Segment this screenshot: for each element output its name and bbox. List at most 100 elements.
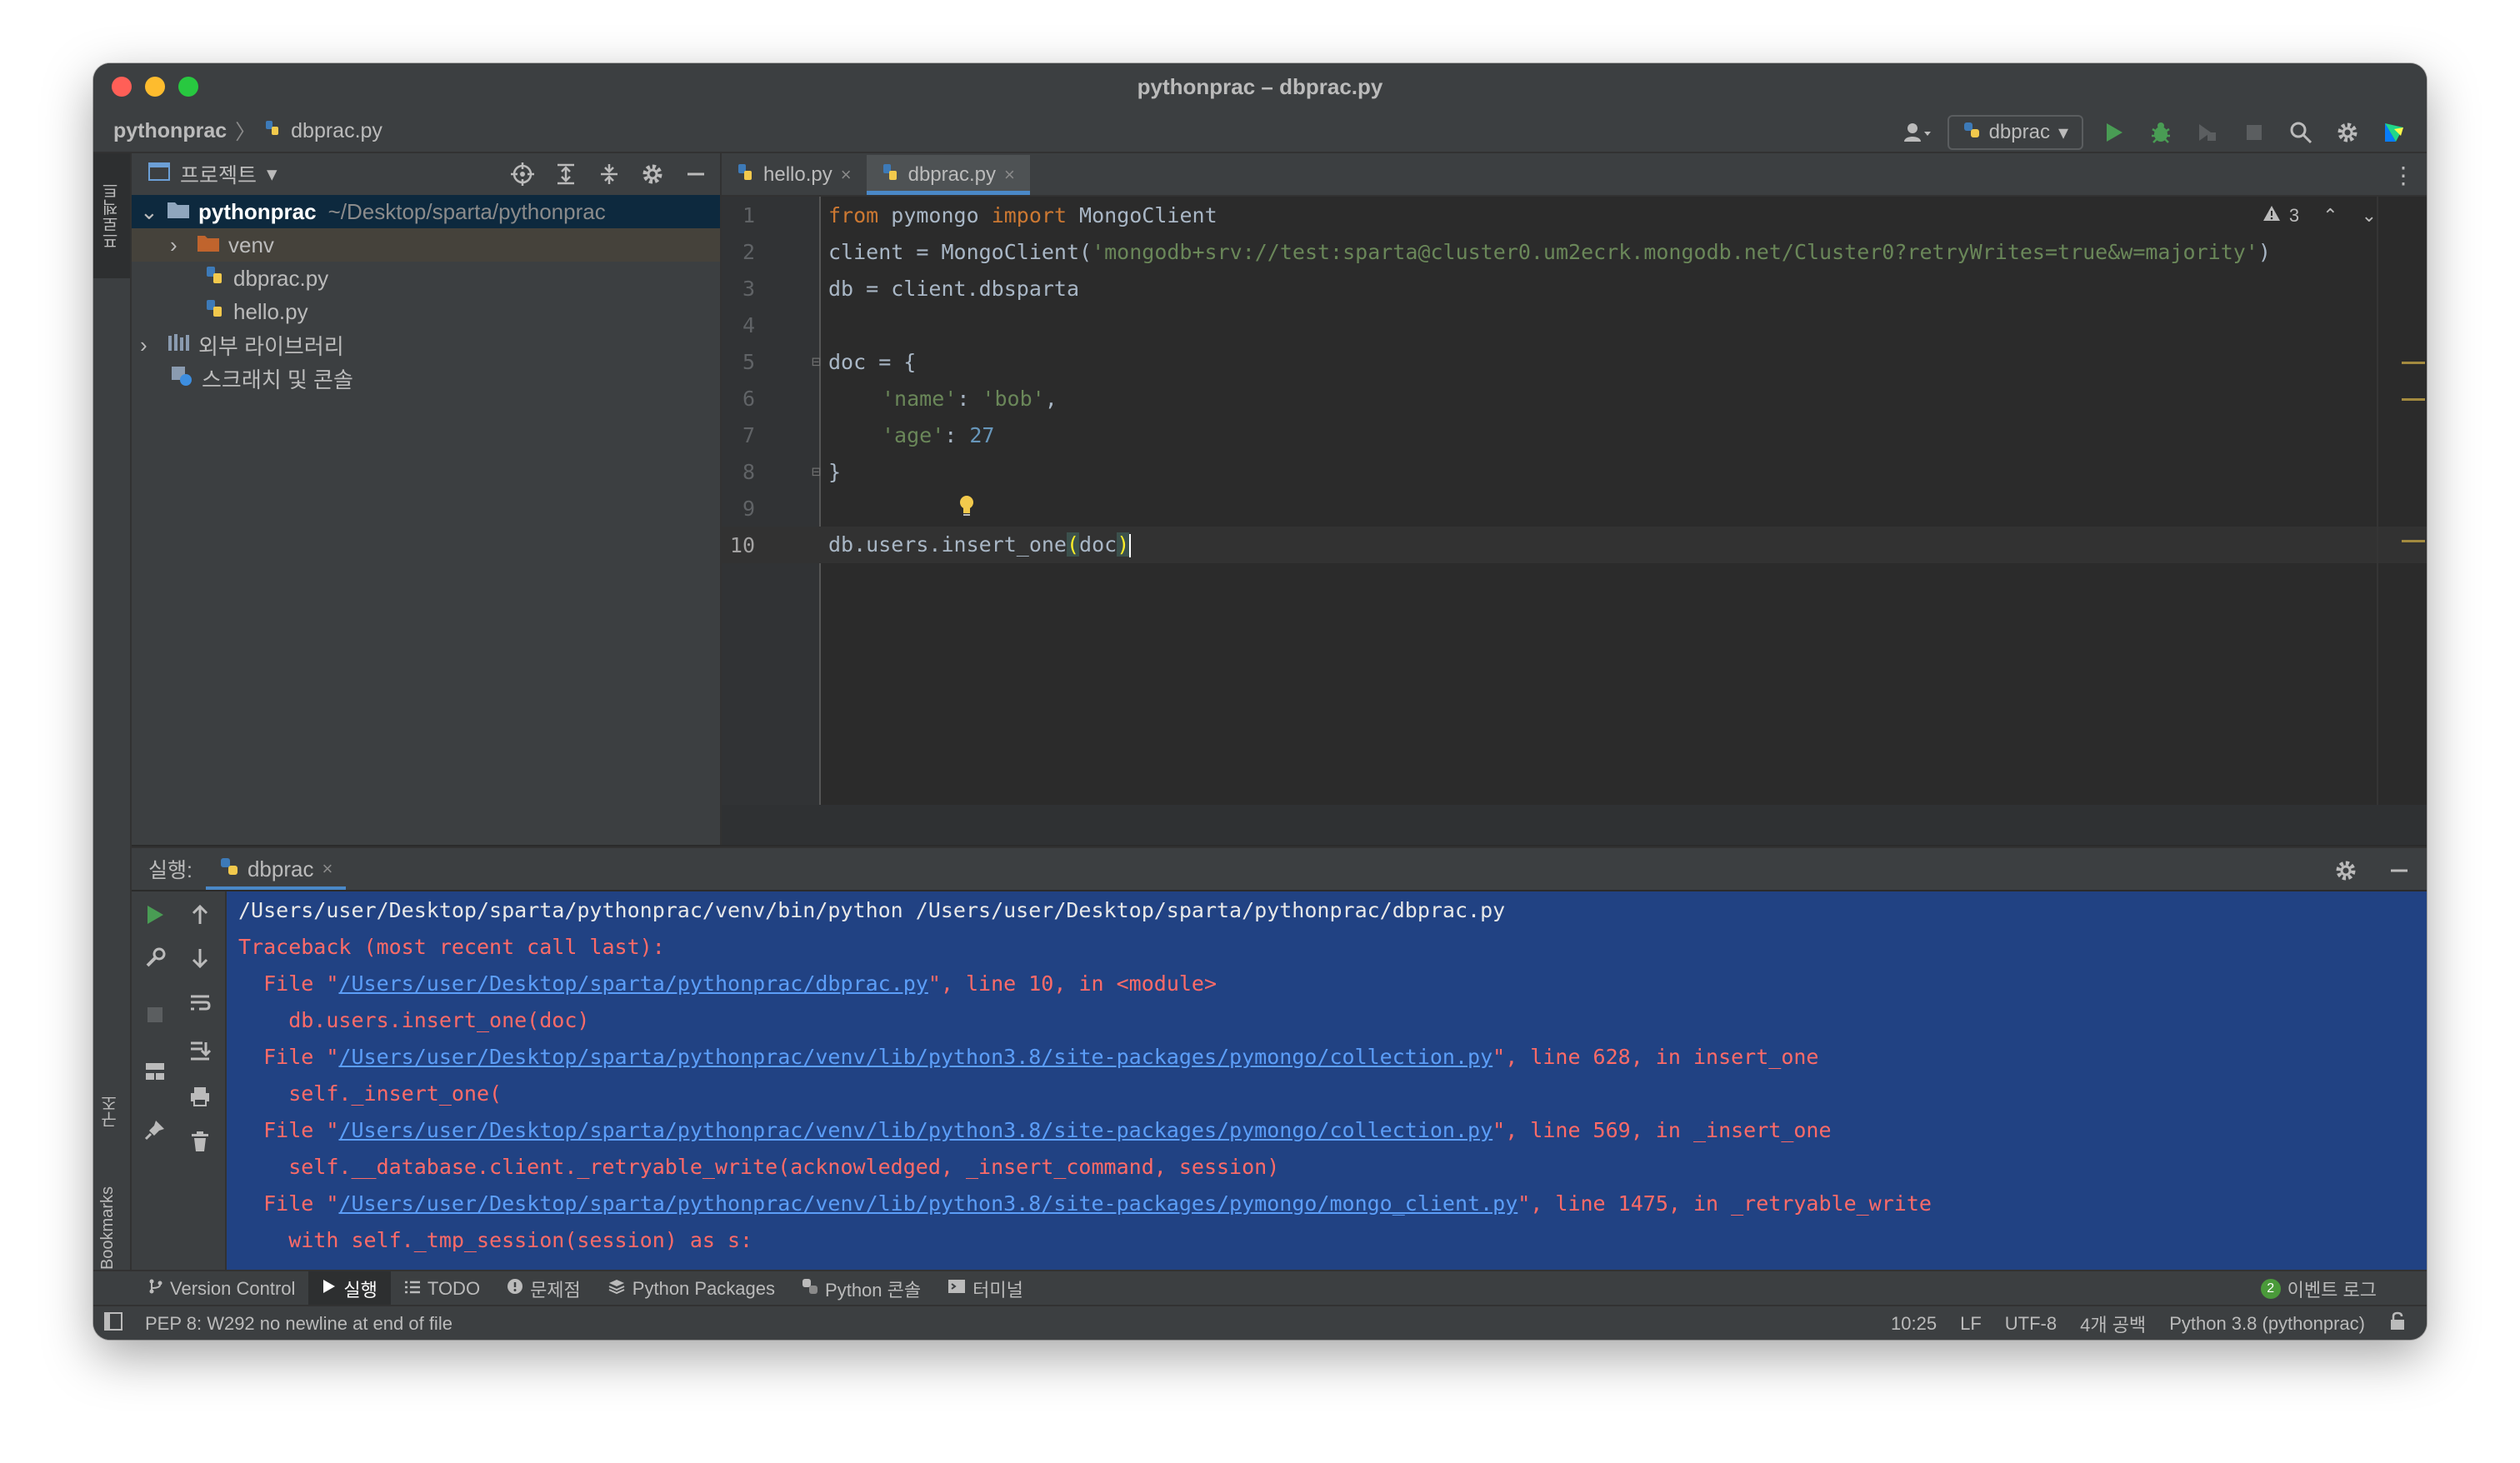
code-line[interactable]: 1 from pymongo import MongoClient (722, 197, 2427, 233)
tool-window-tab-problems[interactable]: 문제점 (493, 1271, 594, 1306)
soft-wrap-icon[interactable] (183, 986, 217, 1020)
pin-icon[interactable] (138, 1113, 172, 1146)
locate-icon[interactable] (507, 158, 538, 190)
code-line[interactable]: 6 'name': 'bob', (722, 380, 2427, 417)
tab-hello-py[interactable]: hello.py × (722, 155, 867, 195)
chevron-right-icon[interactable]: › (170, 232, 188, 258)
more-vertical-icon[interactable]: ⋮ (2392, 162, 2415, 189)
status-widgets: 10:25 LF UTF-8 4개 공백 Python 3.8 (pythonp… (1891, 1311, 2407, 1337)
gear-icon[interactable] (2332, 117, 2363, 148)
project-tool-button[interactable]: 프로젝트 (93, 153, 130, 278)
chevron-down-icon[interactable]: ▾ (267, 162, 278, 187)
code-line[interactable]: 8 ⊟ } (722, 453, 2427, 490)
fold-icon[interactable]: ⊟ (812, 463, 821, 481)
event-log-button[interactable]: 2 이벤트 로그 (2260, 1276, 2377, 1302)
console-file-link[interactable]: /Users/user/Desktop/sparta/pythonprac/ve… (338, 1118, 1492, 1142)
minimize-window-button[interactable] (145, 77, 165, 97)
line-separator[interactable]: LF (1960, 1313, 1982, 1335)
tree-item-venv[interactable]: › venv (132, 228, 720, 262)
tree-item-hello[interactable]: hello.py (132, 295, 720, 328)
stop-icon[interactable] (138, 998, 172, 1031)
tree-item-dbprac[interactable]: dbprac.py (132, 262, 720, 295)
close-icon[interactable]: × (322, 858, 332, 880)
arrow-down-icon[interactable] (183, 941, 217, 975)
breadcrumb-file[interactable]: dbprac.py (291, 119, 382, 143)
run-console-output[interactable]: /Users/user/Desktop/sparta/pythonprac/ve… (227, 891, 2427, 1283)
tool-window-tab-branch[interactable]: Version Control (135, 1271, 308, 1306)
code-line[interactable]: 2 client = MongoClient('mongodb+srv://te… (722, 233, 2427, 270)
minimize-panel-icon[interactable] (680, 158, 712, 190)
minimize-panel-icon[interactable] (2383, 855, 2415, 886)
tool-window-tabs: Version Control 실행 TODO 문제점 Python Packages P… (135, 1271, 1037, 1306)
zoom-window-button[interactable] (178, 77, 198, 97)
editor-horizontal-scroll[interactable] (722, 805, 2427, 845)
close-icon[interactable]: × (1004, 164, 1015, 186)
account-icon[interactable] (1901, 117, 1932, 148)
collapse-all-icon[interactable] (593, 158, 625, 190)
debug-icon[interactable] (2145, 117, 2177, 148)
error-stripe[interactable] (2377, 197, 2427, 805)
warning-marker[interactable] (2402, 540, 2425, 542)
console-file-link[interactable]: /Users/user/Desktop/sparta/pythonprac/db… (338, 971, 928, 996)
lock-icon[interactable] (2388, 1311, 2407, 1336)
file-encoding[interactable]: UTF-8 (2005, 1313, 2057, 1335)
gear-icon[interactable] (637, 158, 668, 190)
console-file-link[interactable]: /Users/user/Desktop/sparta/pythonprac/ve… (338, 1191, 1518, 1216)
tool-window-tab-list[interactable]: TODO (391, 1271, 493, 1306)
trash-icon[interactable] (183, 1125, 217, 1158)
jetbrains-logo-icon[interactable] (2378, 117, 2410, 148)
close-window-button[interactable] (112, 77, 132, 97)
tool-window-tab-python[interactable]: Python 콘솔 (788, 1271, 934, 1306)
status-message[interactable]: PEP 8: W292 no newline at end of file (145, 1313, 452, 1335)
code-line[interactable]: 9 (722, 490, 2427, 527)
warning-marker[interactable] (2402, 362, 2425, 364)
code-token: : (957, 386, 982, 411)
chevron-down-icon[interactable]: ⌄ (140, 199, 158, 225)
python-interpreter[interactable]: Python 3.8 (pythonprac) (2169, 1313, 2365, 1335)
close-icon[interactable]: × (841, 164, 852, 186)
tool-window-tab-terminal[interactable]: 터미널 (934, 1271, 1037, 1306)
code-line[interactable]: 3 db = client.dbsparta (722, 270, 2427, 307)
search-icon[interactable] (2285, 117, 2317, 148)
print-icon[interactable] (183, 1080, 217, 1113)
bookmarks-tool-button[interactable]: Bookmarks (98, 1186, 118, 1270)
run-config-selector[interactable]: dbprac ▾ (1947, 115, 2083, 150)
code-line[interactable]: 4 (722, 307, 2427, 343)
code-line-current[interactable]: 10 db.users.insert_one(doc) (722, 527, 2427, 563)
tool-window-tab-label: 실행 (343, 1280, 378, 1301)
rerun-icon[interactable] (138, 898, 172, 931)
tree-item-scratches[interactable]: 스크래치 및 콘솔 (132, 362, 720, 395)
console-text: ", line 628, in insert_one (1492, 1044, 1819, 1069)
layout-icon[interactable] (138, 1055, 172, 1088)
console-text: File " (238, 1117, 339, 1142)
console-file-link[interactable]: /Users/user/Desktop/sparta/pythonprac/ve… (338, 1045, 1492, 1069)
fold-icon[interactable]: ⊟ (812, 353, 821, 371)
tree-root-pythonprac[interactable]: ⌄ pythonprac ~/Desktop/sparta/pythonprac (132, 195, 720, 228)
stop-icon[interactable] (2238, 117, 2270, 148)
tree-item-external-libraries[interactable]: › 외부 라이브러리 (132, 328, 720, 362)
project-panel-title[interactable]: 프로젝트 (180, 159, 257, 189)
wrench-icon[interactable] (138, 941, 172, 975)
console-line: File "/Users/user/Desktop/sparta/pythonp… (227, 1111, 2427, 1148)
expand-all-icon[interactable] (550, 158, 582, 190)
tab-dbprac-py[interactable]: dbprac.py × (866, 155, 1031, 195)
code-line[interactable]: 5 ⊟ doc = { (722, 343, 2427, 380)
scroll-to-end-icon[interactable] (183, 1033, 217, 1066)
run-config-label: dbprac (1988, 121, 2050, 143)
breadcrumb-project[interactable]: pythonprac (113, 119, 227, 143)
toggle-tool-windows-icon[interactable] (103, 1311, 123, 1336)
run-icon[interactable] (2098, 117, 2130, 148)
tool-window-tab-run[interactable]: 실행 (308, 1271, 391, 1306)
structure-tool-button[interactable]: 구조 (98, 1095, 122, 1128)
indent-setting[interactable]: 4개 공백 (2080, 1311, 2146, 1337)
code-area[interactable]: 3 ⌃ ⌄ 1 from pymongo import MongoClient … (722, 197, 2427, 805)
code-line[interactable]: 7 'age': 27 (722, 417, 2427, 453)
tool-window-tab-layers[interactable]: Python Packages (594, 1271, 788, 1306)
chevron-right-icon[interactable]: › (140, 332, 158, 358)
caret-position[interactable]: 10:25 (1891, 1313, 1937, 1335)
run-tab-dbprac[interactable]: dbprac × (205, 848, 347, 890)
arrow-up-icon[interactable] (183, 898, 217, 931)
coverage-icon[interactable] (2192, 117, 2223, 148)
gear-icon[interactable] (2330, 855, 2362, 886)
warning-marker[interactable] (2402, 398, 2425, 401)
